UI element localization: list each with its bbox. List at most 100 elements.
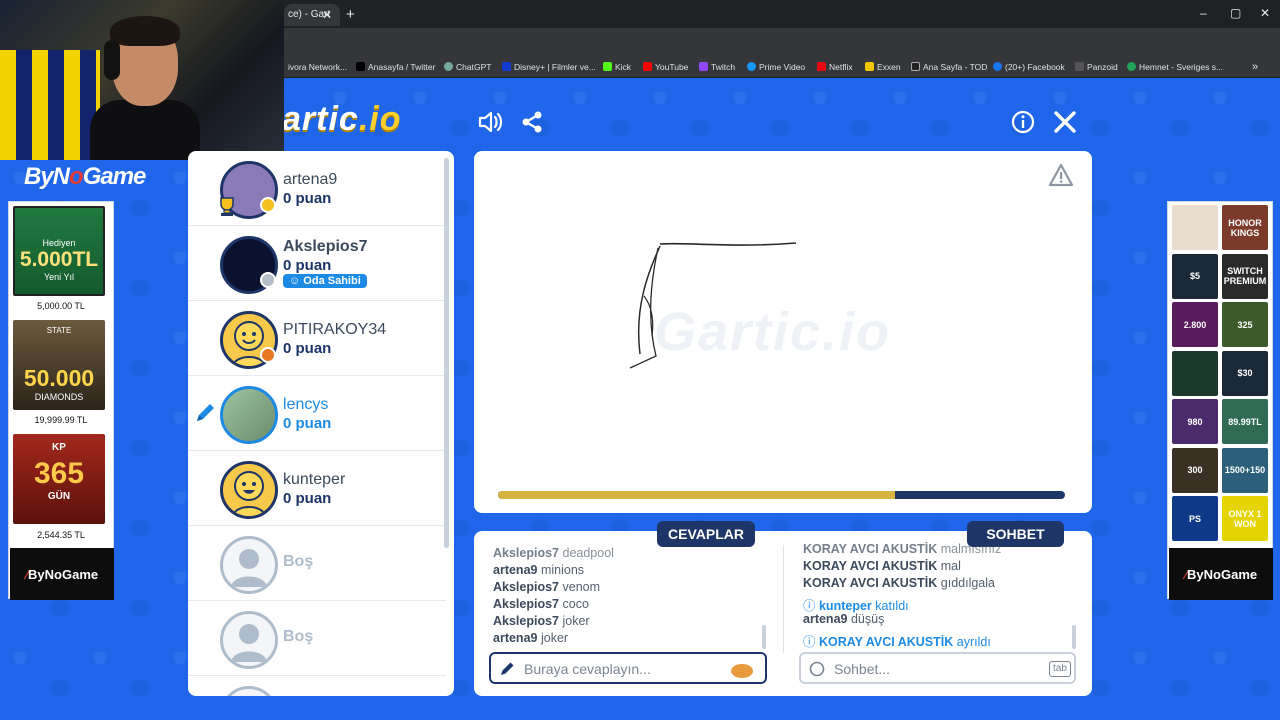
shirt — [90, 100, 200, 160]
player-score: 0 puan — [283, 415, 332, 432]
new-tab-button[interactable]: + — [346, 4, 355, 26]
cursor-character — [731, 664, 753, 678]
pencil-icon — [197, 404, 214, 421]
close-button[interactable] — [1051, 108, 1079, 136]
speaker-icon — [478, 111, 503, 133]
ad-thumbnail[interactable] — [1172, 350, 1218, 396]
bookmark-item[interactable]: Panzoid — [1075, 56, 1118, 78]
empty-slot[interactable] — [188, 676, 446, 696]
share-icon — [522, 111, 542, 133]
player-row[interactable]: PITIRAKOY34 0 puan — [188, 301, 446, 376]
answers-scrollbar[interactable] — [762, 625, 766, 649]
webcam-overlay — [0, 0, 284, 160]
ad-thumbnail[interactable] — [1172, 205, 1218, 250]
warning-icon[interactable] — [1048, 163, 1074, 187]
answer-input[interactable]: Buraya cevaplayın... — [489, 652, 767, 684]
bookmark-item[interactable]: Anasayfa / Twitter — [356, 56, 435, 78]
bookmark-item[interactable]: Exxen — [865, 56, 901, 78]
bookmark-item[interactable]: (20+) Facebook — [993, 56, 1065, 78]
round-timer-bar — [498, 491, 1065, 499]
jersey — [0, 50, 100, 160]
pencil-icon — [501, 662, 514, 675]
ad-thumbnail[interactable]: 325 — [1222, 302, 1268, 347]
player-name: Akslepios7 — [283, 238, 368, 255]
ad-item[interactable]: STATE 50.000 DIAMONDS — [13, 320, 105, 410]
ad-item[interactable]: Hediyen 5.000TL Yeni Yıl — [13, 206, 105, 296]
share-button[interactable] — [518, 108, 546, 136]
avatar — [220, 461, 278, 519]
screen: ce) - Gart ✕ + – ▢ ✕ ☆ ⋮ ivora Network..… — [0, 0, 1280, 720]
player-row[interactable]: kunteper 0 puan — [188, 451, 446, 526]
status-dot — [260, 272, 276, 288]
answer-message: Akslepios7 venom — [493, 580, 601, 594]
chat-scrollbar[interactable] — [1072, 625, 1076, 649]
ad-thumbnail[interactable]: 980 — [1172, 399, 1218, 444]
player-score: 0 puan — [283, 190, 332, 207]
empty-avatar-icon — [220, 686, 278, 696]
tab-close-icon[interactable]: ✕ — [322, 4, 332, 26]
chat-input[interactable]: Sohbet... tab — [799, 652, 1076, 684]
bookmark-item[interactable]: Prime Video — [747, 56, 805, 78]
ad-thumbnail[interactable]: HONOR KINGS — [1222, 205, 1268, 250]
bookmark-item[interactable]: Ana Sayfa - TOD — [911, 56, 987, 78]
player-name: artena9 — [283, 171, 338, 188]
bookmark-item[interactable]: Netflix — [817, 56, 853, 78]
ad-thumbnail[interactable]: 300 — [1172, 447, 1218, 493]
trophy-icon — [220, 197, 234, 216]
ad-price: 19,999.99 TL — [34, 415, 88, 425]
round-timer-fill — [498, 491, 895, 499]
player-row[interactable]: lencys 0 puan — [188, 376, 446, 451]
minimize-icon[interactable]: – — [1200, 6, 1207, 20]
ad-thumbnail[interactable]: $5 — [1172, 253, 1218, 299]
ad-thumbnail[interactable]: 89.99TL — [1222, 399, 1268, 444]
answer-message: Akslepios7 joker — [493, 614, 590, 628]
bookmark-item[interactable]: ChatGPT — [444, 56, 491, 78]
empty-avatar-icon — [220, 611, 278, 669]
chat-message: KORAY AVCI AKUSTİK mal — [803, 559, 961, 573]
ad-thumbnail[interactable]: PS — [1172, 496, 1218, 541]
maximize-icon[interactable]: ▢ — [1230, 6, 1241, 20]
answer-message: Akslepios7 coco — [493, 597, 589, 611]
players-scrollbar[interactable] — [444, 158, 449, 548]
player-name: PITIRAKOY34 — [283, 321, 387, 338]
panel-divider — [783, 545, 784, 653]
status-dot — [260, 347, 276, 363]
room-owner-badge: ☺ Oda Sahibi — [283, 274, 367, 288]
drawing-canvas[interactable]: Gartic.io — [474, 151, 1092, 513]
ad-price: 2,544.35 TL — [37, 530, 85, 540]
bookmarks-overflow-icon[interactable]: » — [1252, 56, 1258, 78]
ad-column-left: Hediyen 5.000TL Yeni Yıl 5,000.00 TL STA… — [8, 201, 114, 600]
tab-key-hint: tab — [1049, 661, 1071, 677]
sound-button[interactable] — [477, 108, 505, 136]
ad-thumbnail[interactable]: ONYX 1 WON — [1222, 496, 1268, 541]
ad-column-right: HONOR KINGS $5 SWITCH PREMIUM 2.800 325 $30 98… — [1167, 201, 1273, 600]
window-close-icon[interactable]: ✕ — [1260, 6, 1270, 20]
streamer-hair — [110, 16, 180, 46]
avatar — [220, 386, 278, 444]
bookmark-item[interactable]: Disney+ | Filmler ve... — [502, 56, 596, 78]
ad-thumbnail[interactable]: 1500+150 — [1222, 447, 1268, 493]
bookmark-item[interactable]: YouTube — [643, 56, 688, 78]
gartic-logo[interactable]: artic.io — [282, 100, 402, 139]
player-row[interactable]: Akslepios7 0 puan ☺ Oda Sahibi — [188, 226, 446, 301]
bookmark-item[interactable]: Twitch — [699, 56, 735, 78]
answer-message: artena9 joker — [493, 631, 569, 645]
bookmark-item[interactable]: ivora Network... — [288, 56, 347, 78]
bynogame-ad[interactable]: ⁄ By NoGame — [1169, 548, 1273, 600]
ad-item[interactable]: KP 365 GÜN — [13, 434, 105, 524]
bookmark-item[interactable]: Hemnet - Sveriges s... — [1127, 56, 1223, 78]
empty-slot[interactable]: Boş — [188, 601, 446, 676]
info-button[interactable] — [1009, 108, 1037, 136]
ad-thumbnail[interactable]: 2.800 — [1172, 302, 1218, 347]
headphones — [104, 40, 120, 80]
system-message: ⓘ KORAY AVCI AKUSTİK ayrıldı — [803, 635, 991, 649]
empty-slot[interactable]: Boş — [188, 526, 446, 601]
player-row[interactable]: artena9 0 puan — [188, 151, 446, 226]
tab-answers[interactable]: CEVAPLAR — [657, 521, 755, 547]
bookmark-item[interactable]: Kick — [603, 56, 631, 78]
ad-thumbnail[interactable]: SWITCH PREMIUM — [1222, 253, 1268, 299]
info-icon — [1011, 110, 1035, 134]
bynogame-ad[interactable]: ⁄ By NoGame — [10, 548, 114, 600]
ad-thumbnail[interactable]: $30 — [1222, 350, 1268, 396]
player-score: 0 puan — [283, 340, 332, 357]
